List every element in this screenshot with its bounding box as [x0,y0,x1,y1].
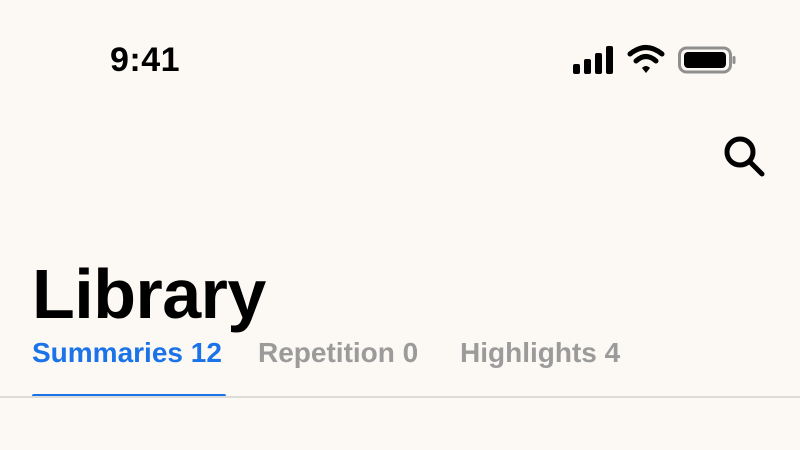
battery-icon [678,46,736,74]
tab-repetition[interactable]: Repetition 0 [258,326,428,398]
tabs-divider [0,396,800,398]
status-bar: 9:41 [0,0,800,120]
search-icon [724,136,765,177]
library-tabs: Summaries 12 Repetition 0 Highlights 4 [0,326,800,398]
tab-highlights[interactable]: Highlights 4 [460,326,630,398]
page-title: Library [32,254,266,333]
cellular-signal-icon [573,46,613,74]
wifi-icon [627,45,665,73]
tab-summaries[interactable]: Summaries 12 [32,326,226,398]
search-button[interactable] [720,132,770,180]
status-time: 9:41 [110,41,181,79]
